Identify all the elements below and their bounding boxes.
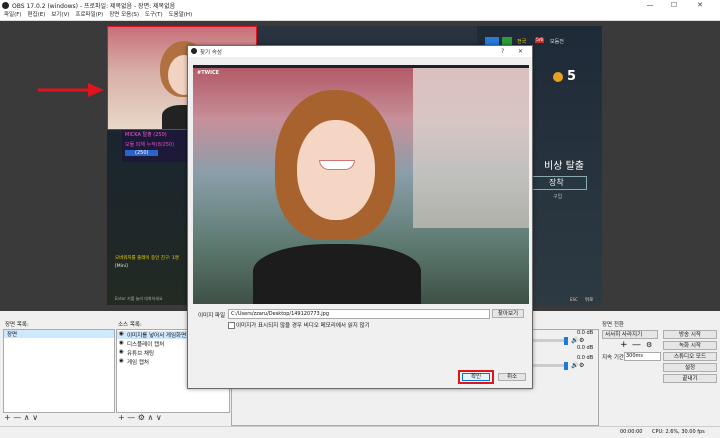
speaker-icon[interactable]: 🔊 [571,362,578,369]
controls-header: 장면 전환 [602,322,624,328]
mixer-handle-1[interactable] [564,337,568,345]
scene-controls[interactable]: + — ∧ ∨ [4,413,38,422]
mission-item-2: 모듈 피해 누적(8/250) [125,142,175,148]
eye-icon[interactable]: ◉ [119,331,124,337]
back-label: 뒤로 [585,298,594,303]
menu-help[interactable]: 도움말(H) [169,11,193,20]
scenes-header: 장면 목록: [5,322,29,328]
equip-label: 장착 [549,178,564,187]
help-button[interactable]: ? [501,48,504,55]
maximize-button[interactable]: ☐ [664,0,684,11]
photo-building [413,68,529,228]
photo-overlay-tag: #TWICE [197,70,220,76]
coin-icon [553,72,563,82]
window-title: OBS 17.0.2 (windows) - 프로파일: 제목없음 - 장면: … [12,3,176,10]
obs-logo-icon [191,48,197,54]
browse-button[interactable]: 찾아보기 [492,309,524,318]
add-transition-button[interactable]: + [620,340,628,350]
eye-icon[interactable]: ◉ [119,349,124,355]
transition-select[interactable]: 서서히 사라지기 [602,330,658,339]
properties-dialog: 찾기 속성 ? ✕ #TWICE 이미지 파일 C:/Users/zzaru/D… [187,45,533,389]
dialog-close-button[interactable]: ✕ [518,48,523,55]
start-recording-button[interactable]: 녹화 시작 [663,341,717,350]
scenes-list[interactable]: 장면 [3,329,115,413]
settings-button[interactable]: 설정 [663,363,717,372]
remove-transition-button[interactable]: — [632,340,641,350]
eye-icon[interactable]: ◉ [119,340,124,346]
mixer-handle-2[interactable] [564,362,568,370]
buy-label: 구입 [553,194,563,200]
chat-line-2: [Mini] [115,264,128,269]
mixer-db-3: 0.0 dB [577,345,594,351]
gear-icon[interactable]: ⚙ [646,341,652,349]
mixer-db-1: 0.0 dB [577,330,594,336]
hud-mode: 모둠전 [550,39,564,45]
exit-button[interactable]: 끝내기 [663,374,717,383]
stream-time: 00:00:00 [620,429,643,435]
file-path-input[interactable]: C:/Users/zzaru/Desktop/149120773.jpg [228,309,490,319]
close-window-button[interactable]: ✕ [690,0,710,11]
mission-item-3: (250) [125,150,159,156]
hud-tag: 전국 [517,39,527,45]
mixer-db-2: 0.0 dB [577,355,594,361]
mission-item-1: MICKA 탈출 (250) [125,132,167,138]
file-label: 이미지 파일 [198,313,226,319]
minimize-button[interactable]: — [640,0,660,11]
menu-edit[interactable]: 편집(E) [28,11,46,20]
menu-title: 비상 탈출 [544,161,584,172]
gear-icon[interactable]: ⚙ [579,362,584,369]
sources-header: 소스 목록: [118,322,142,328]
mixer-slider-1[interactable] [532,339,564,342]
chat-line-1: 오버워치를 플레이 중인 친구: 1명 [115,256,179,261]
portrait-face [297,120,375,220]
esc-key-hint: ESC [569,297,579,302]
dialog-image-preview: #TWICE [193,68,529,304]
studio-mode-button[interactable]: 스튜디오 모드 [663,352,717,361]
menu-view[interactable]: 보기(V) [51,11,69,20]
duration-label: 지속 기간 [602,355,624,361]
cancel-button[interactable]: 취소 [498,373,526,381]
duration-input[interactable]: 300ms [624,352,661,361]
obs-logo-icon [2,2,9,9]
menu-bar: 파일(F) 편집(E) 보기(V) 프로파일(P) 장면 모음(S) 도구(T)… [0,11,720,21]
menu-tools[interactable]: 도구(T) [145,11,163,20]
menu-file[interactable]: 파일(F) [4,11,22,20]
gear-icon[interactable]: ⚙ [579,337,584,344]
status-bar: 00:00:00 CPU: 2.6%, 30.00 fps [0,426,720,438]
dialog-title: 찾기 속성 [200,50,222,56]
score-value: 5 [567,69,577,84]
ok-button[interactable]: 확인 [462,373,490,381]
menu-scene-collection[interactable]: 장면 모음(S) [109,11,139,20]
no-video-memory-checkbox[interactable] [228,322,235,329]
chat-hint: Enter 키를 눌러 대화하세요 [115,296,163,301]
cpu-status: CPU: 2.6%, 30.00 fps [652,429,705,435]
dialog-titlebar: 찾기 속성 ? ✕ [188,46,532,57]
window-titlebar: OBS 17.0.2 (windows) - 프로파일: 제목없음 - 장면: … [0,0,720,11]
start-streaming-button[interactable]: 방송 시작 [663,330,717,339]
source-controls[interactable]: + — ⚙ ∧ ∨ [118,413,162,422]
hud-count: 5/6 [535,38,545,43]
portrait-shirt [253,244,421,304]
checkbox-label: 이미지가 표시되지 않을 경우 비디오 메모리에서 읽지 않기 [236,323,370,329]
speaker-icon[interactable]: 🔊 [571,337,578,344]
menu-profile[interactable]: 프로파일(P) [75,11,103,20]
scene-item[interactable]: 장면 [4,330,114,338]
mixer-slider-2[interactable] [532,364,564,367]
eye-icon[interactable]: ◉ [119,358,124,364]
portrait-smile [319,160,355,170]
red-arrow-icon [38,83,104,97]
